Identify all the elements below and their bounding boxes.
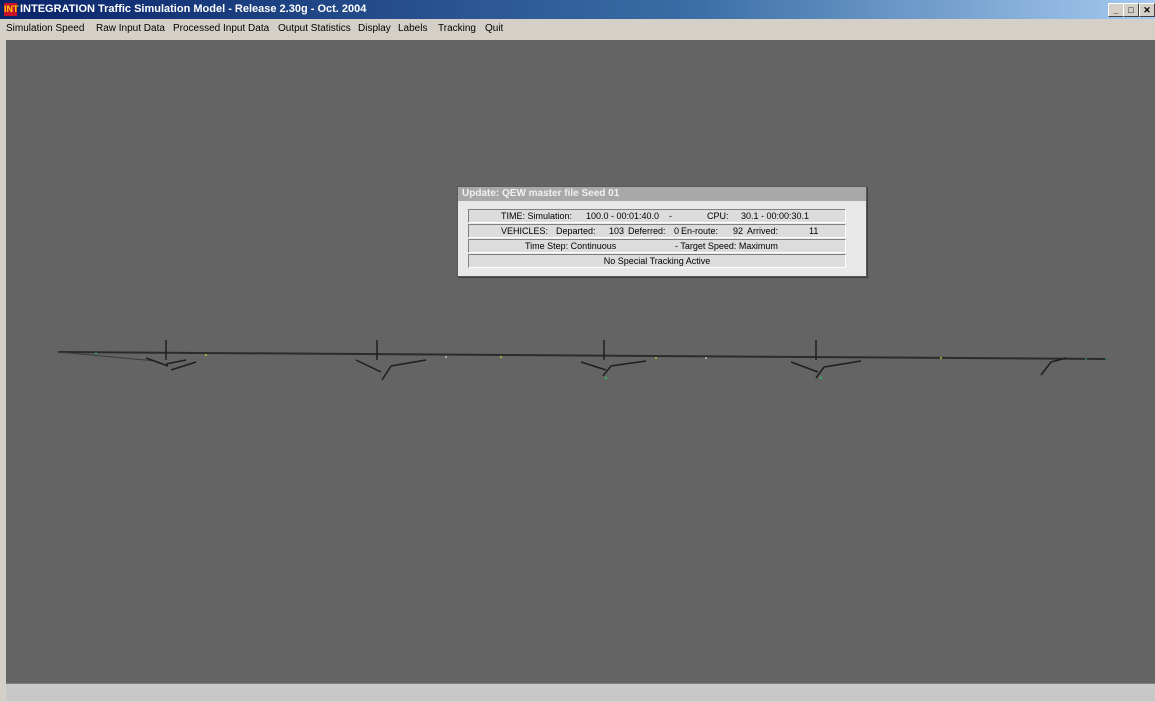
title-bar: INT INTEGRATION Traffic Simulation Model… (0, 0, 1155, 19)
menu-bar: Simulation Speed Raw Input Data Processe… (0, 19, 1155, 39)
ramp-interchange-4 (790, 340, 862, 379)
window-title: INTEGRATION Traffic Simulation Model - R… (20, 3, 367, 15)
app-icon: INT (4, 3, 19, 16)
arrived-count: 11 (809, 226, 819, 236)
target-speed: - Target Speed: Maximum (675, 241, 778, 251)
panel-title-bar: Update: QEW master file Seed 01 (458, 187, 866, 201)
ramp-interchange-2 (355, 340, 427, 381)
menu-output-statistics[interactable]: Output Statistics (278, 23, 351, 34)
simulation-time: 100.0 - 00:01:40.0 (586, 211, 660, 221)
maximize-button[interactable]: □ (1123, 3, 1139, 17)
cpu-time: 30.1 - 00:00:30.1 (741, 211, 810, 221)
ramp-interchange-3 (580, 340, 647, 377)
vehicle (95, 352, 97, 354)
time-step: Time Step: Continuous (525, 241, 617, 251)
vehicle (604, 376, 608, 380)
menu-quit[interactable]: Quit (485, 23, 503, 34)
menu-raw-input-data[interactable]: Raw Input Data (96, 23, 165, 34)
vehicle (500, 356, 502, 358)
cpu-label: CPU: (707, 211, 729, 221)
vehicle (1105, 358, 1107, 360)
departed-count: 103 (609, 226, 625, 236)
vehicles-row: VEHICLES: Departed: 103 Deferred: 0 En-r… (468, 224, 846, 238)
ramp-interchange-1 (145, 340, 197, 371)
vehicle (445, 356, 447, 358)
minimize-button[interactable]: _ (1108, 3, 1124, 17)
menu-labels[interactable]: Labels (398, 23, 427, 34)
timestep-row: Time Step: Continuous - Target Speed: Ma… (468, 239, 846, 253)
deferred-count: 0 (674, 226, 680, 236)
time-label: TIME: Simulation: (501, 211, 573, 221)
simulation-canvas[interactable] (6, 40, 1155, 683)
vehicle (819, 376, 823, 380)
vehicle (940, 357, 942, 359)
freeway-mainline (57, 351, 1108, 360)
menu-display[interactable]: Display (358, 23, 391, 34)
time-separator: - (669, 211, 672, 221)
vehicle (705, 357, 707, 359)
deferred-label: Deferred: (628, 226, 666, 236)
enroute-label: En-route: (681, 226, 719, 236)
status-bar (6, 683, 1155, 701)
road-network (57, 340, 1108, 381)
status-panel: Update: QEW master file Seed 01 TIME: Si… (457, 186, 867, 277)
menu-processed-input-data[interactable]: Processed Input Data (173, 23, 269, 34)
vehicles-label: VEHICLES: (501, 226, 549, 236)
vehicle (205, 354, 207, 356)
tracking-row: No Special Tracking Active (468, 254, 846, 268)
departed-label: Departed: (556, 226, 596, 236)
menu-simulation-speed[interactable]: Simulation Speed (6, 23, 84, 34)
arrived-label: Arrived: (747, 226, 779, 236)
ramp-interchange-5 (1040, 357, 1067, 376)
enroute-count: 92 (733, 226, 744, 236)
menu-tracking[interactable]: Tracking (438, 23, 476, 34)
time-row: TIME: Simulation: 100.0 - 00:01:40.0 - C… (468, 209, 846, 223)
panel-title: Update: QEW master file Seed 01 (462, 188, 620, 199)
tracking-status: No Special Tracking Active (603, 256, 711, 266)
vehicle (655, 357, 657, 359)
close-button[interactable]: ✕ (1139, 3, 1155, 17)
vehicle (1085, 358, 1087, 360)
